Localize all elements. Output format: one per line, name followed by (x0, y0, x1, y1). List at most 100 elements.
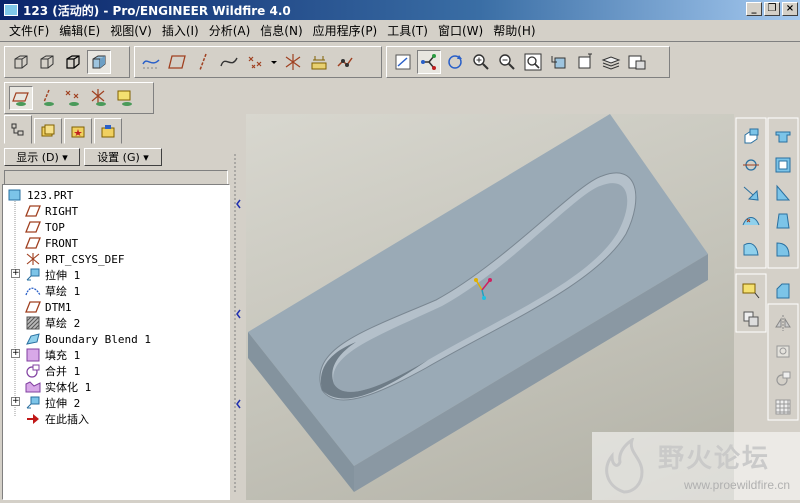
panel-splitter[interactable] (232, 114, 246, 500)
csys-display-icon[interactable] (281, 50, 305, 74)
menu-analysis[interactable]: 分析(A) (204, 22, 256, 39)
show-dropdown[interactable]: 显示 (D) ▾ (4, 148, 80, 166)
tab-model-tree[interactable] (4, 115, 32, 144)
curve-display-icon[interactable] (217, 50, 241, 74)
mirror-tool-icon[interactable] (770, 310, 796, 336)
tree-item-dtm1[interactable]: DTM1 (25, 299, 72, 315)
layers-icon[interactable] (599, 50, 623, 74)
tab-favorites[interactable] (64, 118, 92, 144)
zoom-in-icon[interactable] (469, 50, 493, 74)
menu-help[interactable]: 帮助(H) (488, 22, 540, 39)
redraw-icon[interactable] (391, 50, 415, 74)
refit-icon[interactable] (521, 50, 545, 74)
view-toolbar (386, 46, 670, 78)
spin-icon[interactable] (443, 50, 467, 74)
plane-tag-display-icon[interactable] (9, 86, 33, 110)
tree-item-fill-1[interactable]: 填充 1 (25, 347, 80, 363)
datum-plane-icon (25, 204, 41, 218)
menu-tools[interactable]: 工具(T) (382, 22, 433, 39)
menu-window[interactable]: 窗口(W) (433, 22, 488, 39)
restore-button[interactable]: ❐ (764, 2, 780, 16)
menu-view[interactable]: 视图(V) (105, 22, 157, 39)
round-tool-icon[interactable] (770, 236, 796, 262)
point-tag-display-icon[interactable] (61, 86, 85, 110)
tree-item-right[interactable]: RIGHT (25, 203, 78, 219)
datum-plane-tool-icon[interactable] (738, 124, 764, 150)
reorient-icon[interactable] (547, 50, 571, 74)
menu-bar: 文件(F) 编辑(E) 视图(V) 插入(I) 分析(A) 信息(N) 应用程序… (0, 20, 800, 42)
datum-point-display-icon[interactable] (243, 50, 267, 74)
tree-item-top[interactable]: TOP (25, 219, 65, 235)
close-button[interactable]: × (782, 2, 798, 16)
expand-toggle[interactable]: + (11, 349, 20, 358)
tree-item-extrude-1[interactable]: 拉伸 1 (25, 267, 80, 283)
chevron-down-icon[interactable] (269, 50, 279, 74)
shading-icon[interactable] (87, 50, 111, 74)
menu-file[interactable]: 文件(F) (4, 22, 54, 39)
csys-tool-icon[interactable] (738, 236, 764, 262)
wireframe-icon[interactable] (9, 50, 33, 74)
axis-tag-display-icon[interactable] (35, 86, 59, 110)
datum-curve-display-icon[interactable] (139, 50, 163, 74)
tree-item-part[interactable]: 123.PRT (7, 187, 73, 203)
tree-item-solidify-1[interactable]: 实体化 1 (25, 379, 91, 395)
forum-watermark: 野火论坛 www.proewildfire.cn (592, 432, 800, 500)
settings-dropdown[interactable]: 设置 (G) ▾ (84, 148, 162, 166)
tree-item-extrude-2[interactable]: 拉伸 2 (25, 395, 80, 411)
orient-mode-icon[interactable] (417, 50, 441, 74)
datum-plane-icon (25, 236, 41, 250)
extrude-icon (25, 396, 41, 410)
merge-tool-icon[interactable] (770, 366, 796, 392)
flame-logo-icon (605, 438, 644, 494)
datum-axis-display-icon[interactable] (191, 50, 215, 74)
datum-plane-display-icon[interactable] (165, 50, 189, 74)
annotation-tool-icon[interactable] (738, 278, 764, 304)
insert-here-icon (25, 412, 41, 426)
shell-tool-icon[interactable] (770, 152, 796, 178)
watermark-url: www.proewildfire.cn (684, 478, 791, 492)
model-navigator: 显示 (D) ▾ 设置 (G) ▾ 123.PRT RIGHT TOP FRON… (0, 114, 232, 500)
annotation-display-icon[interactable] (307, 50, 331, 74)
hidden-line-icon[interactable] (35, 50, 59, 74)
tree-item-merge-1[interactable]: 合并 1 (25, 363, 80, 379)
view-manager-icon[interactable] (625, 50, 649, 74)
tree-item-sketch-2[interactable]: 草绘 2 (25, 315, 80, 331)
table-pattern-icon[interactable] (770, 394, 796, 420)
minimize-button[interactable]: _ (746, 2, 762, 16)
spin-center-icon[interactable] (333, 50, 357, 74)
draft-tool-icon[interactable] (770, 208, 796, 234)
extrude-icon (25, 268, 41, 282)
tree-item-sketch-1[interactable]: 草绘 1 (25, 283, 80, 299)
datum-point-tool-icon[interactable] (738, 208, 764, 234)
pattern-tool-icon[interactable] (770, 338, 796, 364)
tree-item-csys[interactable]: PRT_CSYS_DEF (25, 251, 124, 267)
copy-tool-icon[interactable] (738, 306, 764, 332)
display-style-toolbar (4, 46, 130, 78)
title-bar: 123 (活动的) - Pro/ENGINEER Wildfire 4.0 _ … (0, 0, 800, 20)
rib-tool-icon[interactable] (770, 180, 796, 206)
chamfer-tool-icon[interactable] (770, 278, 796, 304)
zoom-out-icon[interactable] (495, 50, 519, 74)
menu-info[interactable]: 信息(N) (255, 22, 307, 39)
csys-tag-display-icon[interactable] (87, 86, 111, 110)
menu-applications[interactable]: 应用程序(P) (308, 22, 383, 39)
expand-toggle[interactable]: + (11, 397, 20, 406)
tree-item-boundary-blend[interactable]: Boundary Blend 1 (25, 331, 151, 347)
extrude-tool-icon[interactable] (770, 124, 796, 150)
app-icon (4, 4, 18, 16)
datum-axis-tool-icon[interactable] (738, 152, 764, 178)
csys-icon (25, 252, 41, 266)
note-tag-display-icon[interactable] (113, 86, 137, 110)
expand-toggle[interactable]: + (11, 269, 20, 278)
datum-curve-tool-icon[interactable] (738, 180, 764, 206)
tab-connections[interactable] (94, 118, 122, 144)
saved-views-icon[interactable] (573, 50, 597, 74)
no-hidden-icon[interactable] (61, 50, 85, 74)
menu-edit[interactable]: 编辑(E) (54, 22, 105, 39)
tree-item-front[interactable]: FRONT (25, 235, 78, 251)
tab-folder-browser[interactable] (34, 118, 62, 144)
menu-insert[interactable]: 插入(I) (157, 22, 204, 39)
watermark-brand: 野火论坛 (658, 444, 771, 474)
tree-item-insert-here[interactable]: 在此插入 (25, 411, 89, 427)
filter-toolbar (4, 82, 154, 114)
